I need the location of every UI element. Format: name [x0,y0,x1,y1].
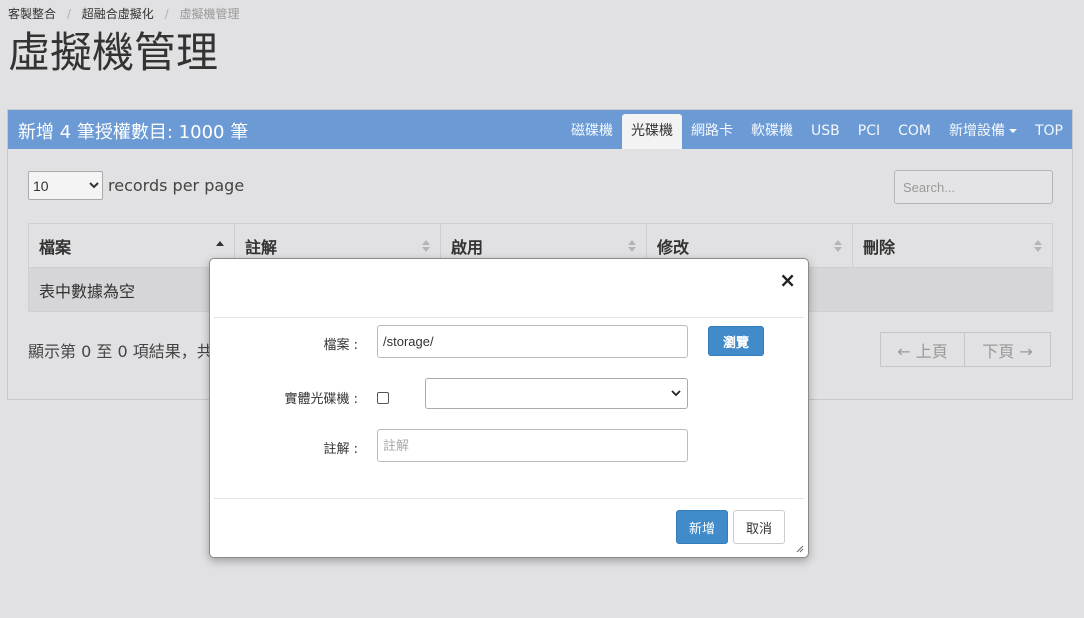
resize-handle-icon[interactable] [796,545,804,553]
column-header-label: 檔案 [39,237,72,257]
pagination: ← 上頁 下頁 → [880,332,1051,367]
tab-floppy[interactable]: 軟碟機 [742,114,802,149]
tab-top[interactable]: TOP [1026,114,1072,149]
search-input[interactable] [894,170,1053,204]
breadcrumb-item-custom[interactable]: 客製整合 [8,7,56,21]
tab-add-device[interactable]: 新增設備 [940,114,1026,149]
records-per-page-select[interactable]: 10 [28,171,103,200]
column-header-delete[interactable]: 刪除 [852,223,1053,268]
table-info-text: 顯示第 0 至 0 項結果，共 [28,342,213,361]
note-input[interactable] [377,429,688,462]
chevron-down-icon [671,390,681,397]
physical-drive-checkbox[interactable] [377,392,389,404]
records-per-page-label: records per page [108,176,245,195]
sort-asc-icon [216,239,224,252]
column-header-label: 修改 [657,237,690,257]
breadcrumb-item-current: 虛擬機管理 [179,7,240,21]
sort-icon [1034,239,1042,252]
column-header-label: 註解 [245,237,278,257]
add-button[interactable]: 新增 [676,510,728,544]
device-tabs: 磁碟機 光碟機 網路卡 軟碟機 USB PCI COM 新增設備 TOP [562,114,1072,149]
tab-usb[interactable]: USB [802,114,849,149]
add-cdrom-dialog: × 檔案 : 瀏覽 實體光碟機 : 註解 : 新增 取消 [209,258,809,558]
physical-drive-label: 實體光碟機 : [284,392,358,407]
column-header-label: 刪除 [863,237,896,257]
prev-page-button[interactable]: ← 上頁 [880,332,965,367]
sort-icon [834,239,842,252]
physical-drive-select[interactable] [425,378,688,409]
tab-pci[interactable]: PCI [849,114,889,149]
column-header-file[interactable]: 檔案 [28,223,235,268]
tab-cdrom[interactable]: 光碟機 [622,114,682,149]
breadcrumb-separator: / [164,7,169,21]
cancel-button[interactable]: 取消 [733,510,785,544]
file-path-input[interactable] [377,325,688,358]
close-icon[interactable]: × [779,268,796,292]
breadcrumb-separator: / [66,7,71,21]
tab-nic[interactable]: 網路卡 [682,114,742,149]
panel-title: 新增 4 筆授權數目: 1000 筆 [18,122,249,143]
breadcrumb: 客製整合 / 超融合虛擬化 / 虛擬機管理 [8,5,239,22]
modal-header-divider [214,317,804,318]
modal-footer-divider [214,498,804,499]
breadcrumb-item-hyperconverged[interactable]: 超融合虛擬化 [82,7,154,21]
note-label: 註解 : [323,442,358,457]
next-page-button[interactable]: 下頁 → [965,332,1051,367]
file-label: 檔案 : [323,338,358,353]
caret-down-icon [1008,129,1017,133]
sort-icon [628,239,636,252]
panel-heading: 新增 4 筆授權數目: 1000 筆 磁碟機 光碟機 網路卡 軟碟機 USB P… [8,110,1072,149]
column-header-label: 啟用 [451,237,484,257]
tab-add-device-label: 新增設備 [948,123,1005,139]
tab-disk[interactable]: 磁碟機 [562,114,622,149]
sort-icon [422,239,430,252]
browse-button[interactable]: 瀏覽 [708,326,764,356]
tab-com[interactable]: COM [889,114,940,149]
page-title: 虛擬機管理 [8,28,219,77]
